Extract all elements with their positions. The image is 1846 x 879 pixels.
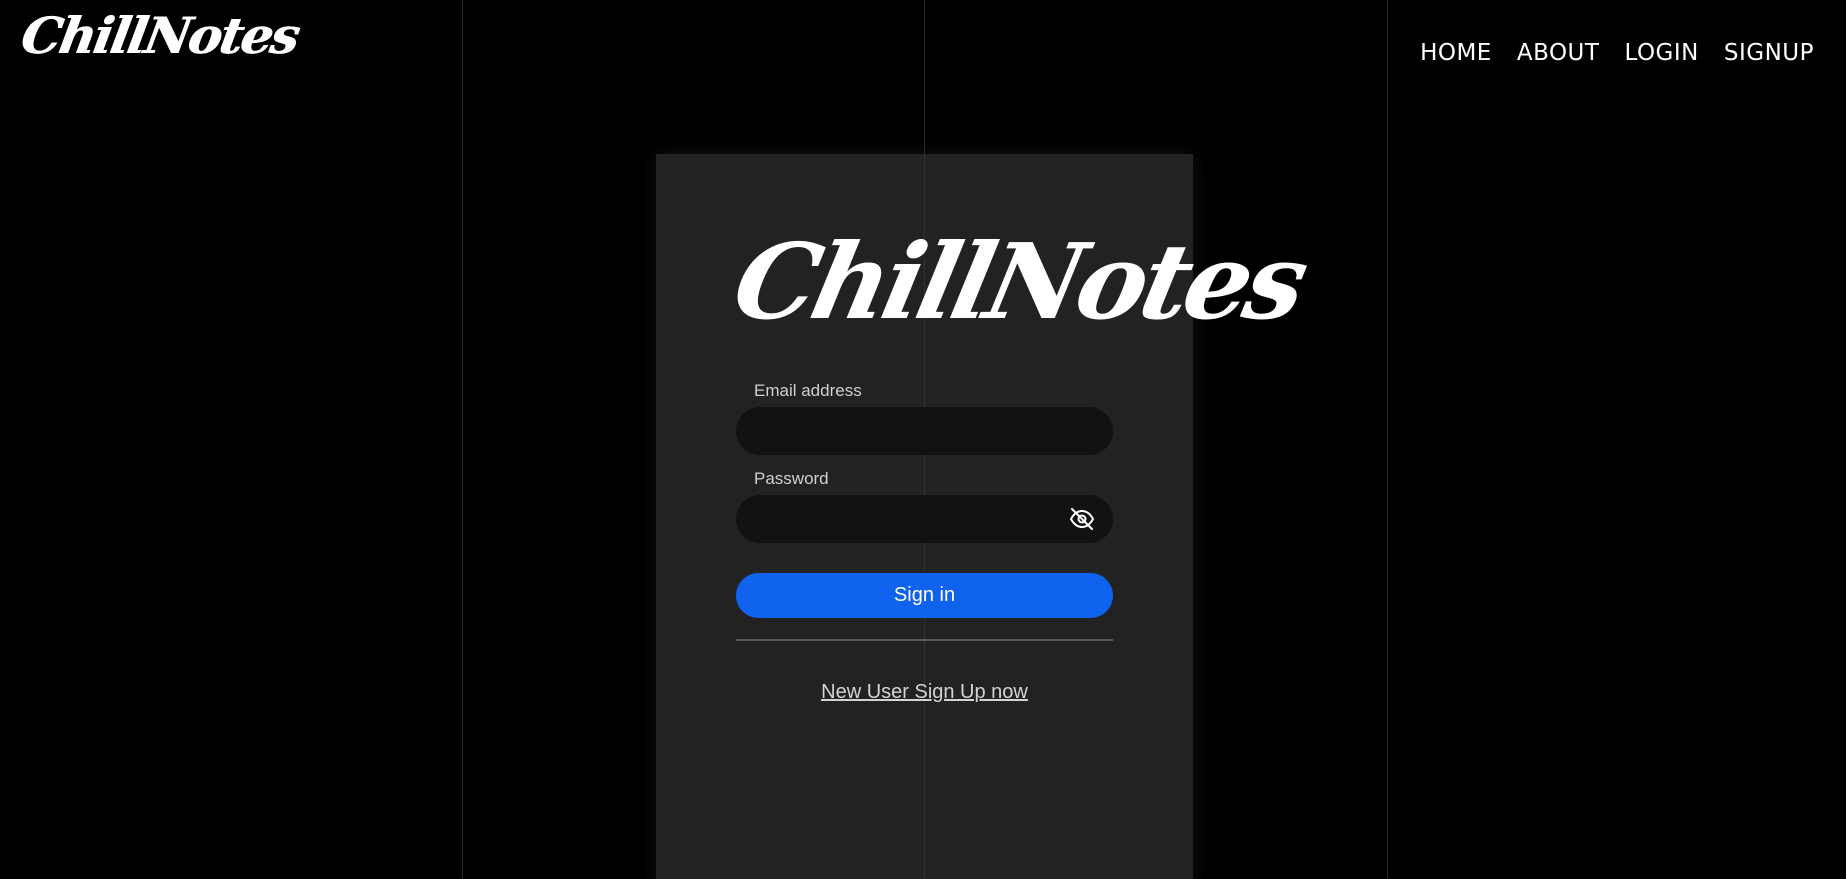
top-nav: HOME ABOUT LOGIN SIGNUP [1420,42,1814,65]
nav-link-home[interactable]: HOME [1420,42,1492,65]
password-input[interactable] [736,495,1113,543]
brand-logo[interactable]: ChillNotes [17,6,303,65]
login-logo: ChillNotes [723,220,1314,343]
background-grid-line [462,0,463,879]
password-group: Password [736,469,1113,543]
password-input-wrapper [736,495,1113,543]
form-divider [736,639,1113,641]
email-group: Email address [736,381,1113,455]
email-label: Email address [754,381,862,400]
nav-link-about[interactable]: ABOUT [1517,42,1600,65]
nav-link-login[interactable]: LOGIN [1624,42,1698,65]
eye-off-icon[interactable] [1069,507,1095,531]
password-label: Password [754,469,829,488]
sign-in-button[interactable]: Sign in [736,573,1113,618]
page: ChillNotes HOME ABOUT LOGIN SIGNUP Chill… [0,0,1846,879]
nav-link-signup[interactable]: SIGNUP [1724,42,1814,65]
email-input-wrapper [736,407,1113,455]
login-form: Email address Password Sign in New User … [736,381,1113,704]
email-input[interactable] [736,407,1113,455]
signup-link[interactable]: New User Sign Up now [736,681,1113,704]
login-card: ChillNotes Email address Password Sign i… [656,154,1314,879]
background-grid-line [1387,0,1388,879]
